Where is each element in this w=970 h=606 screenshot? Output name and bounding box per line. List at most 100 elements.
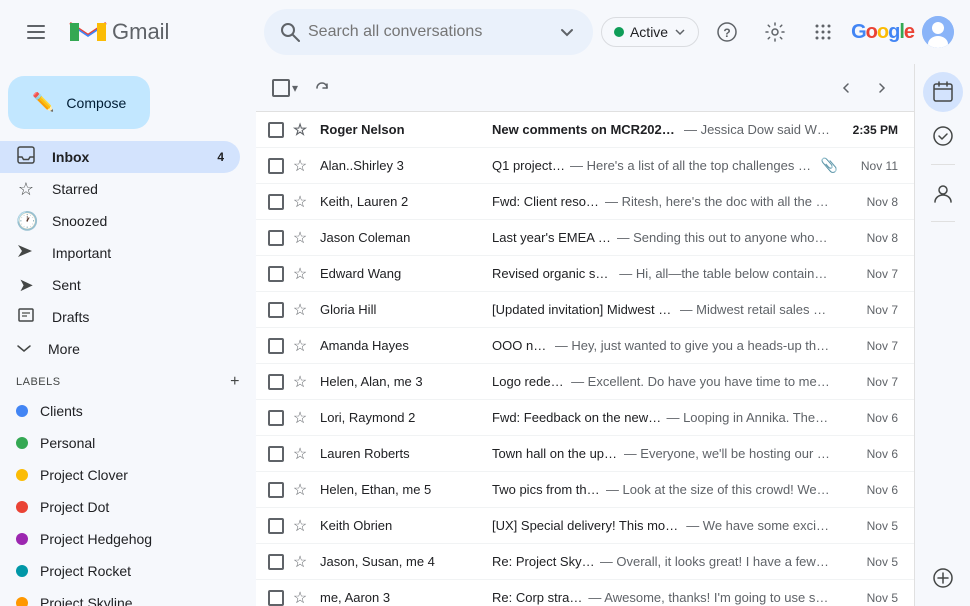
row-checkbox[interactable] [268, 230, 284, 246]
label-project-hedgehog[interactable]: Project Hedgehog [0, 523, 240, 555]
row-content: Re: Corp strategy slides? — Awesome, tha… [492, 590, 830, 605]
row-star[interactable]: ☆ [288, 336, 312, 356]
select-chevron-icon[interactable]: ▾ [292, 81, 298, 95]
sent-label: Sent [52, 277, 224, 293]
apps-button[interactable] [803, 12, 843, 52]
row-checkbox[interactable] [268, 518, 284, 534]
sidebar-item-important[interactable]: Important [0, 237, 240, 269]
email-row[interactable]: ☆ Helen, Alan, me 3 Logo redesign ideas … [256, 364, 914, 400]
row-checkbox[interactable] [268, 122, 284, 138]
prev-page-button[interactable] [830, 72, 862, 104]
email-row[interactable]: ☆ Amanda Hayes OOO next week — Hey, just… [256, 328, 914, 364]
row-star[interactable]: ☆ [288, 300, 312, 320]
next-page-button[interactable] [866, 72, 898, 104]
compose-button[interactable]: ✏️ Compose [8, 76, 150, 129]
row-star[interactable]: ☆ [288, 372, 312, 392]
row-checkbox[interactable] [268, 554, 284, 570]
sidebar-item-snoozed[interactable]: 🕐 Snoozed [0, 205, 240, 237]
row-checkbox[interactable] [268, 482, 284, 498]
row-content: Fwd: Feedback on the new signup experien… [492, 410, 830, 425]
email-row[interactable]: ☆ Helen, Ethan, me 5 Two pics from the c… [256, 472, 914, 508]
tasks-button[interactable] [923, 116, 963, 156]
page-nav [830, 72, 898, 104]
email-row[interactable]: ☆ Roger Nelson New comments on MCR2020 d… [256, 112, 914, 148]
important-label: Important [52, 245, 224, 261]
email-row[interactable]: ☆ Alan..Shirley 3 Q1 project wrap-up — H… [256, 148, 914, 184]
search-icon [280, 22, 300, 42]
more-nav-button[interactable]: More [0, 333, 256, 365]
row-star[interactable]: ☆ [288, 408, 312, 428]
row-star[interactable]: ☆ [288, 156, 312, 176]
row-star[interactable]: ☆ [288, 552, 312, 572]
row-checkbox[interactable] [268, 410, 284, 426]
active-status[interactable]: Active [601, 17, 699, 47]
row-star[interactable]: ☆ [288, 228, 312, 248]
label-personal[interactable]: Personal [0, 427, 240, 459]
attachment-icon: 📎 [821, 157, 838, 174]
row-checkbox[interactable] [268, 590, 284, 606]
label-project-dot[interactable]: Project Dot [0, 491, 240, 523]
email-row[interactable]: ☆ Keith Obrien [UX] Special delivery! Th… [256, 508, 914, 544]
label-project-rocket[interactable]: Project Rocket [0, 555, 240, 587]
add-label-icon[interactable]: + [230, 373, 240, 391]
email-row[interactable]: ☆ me, Aaron 3 Re: Corp strategy slides? … [256, 580, 914, 606]
drafts-label: Drafts [52, 309, 224, 325]
row-checkbox[interactable] [268, 446, 284, 462]
avatar[interactable] [922, 16, 954, 48]
add-app-button[interactable] [923, 558, 963, 598]
menu-button[interactable] [16, 12, 56, 52]
row-snippet: — Everyone, we'll be hosting our second … [624, 446, 830, 461]
row-time: Nov 6 [846, 483, 906, 497]
select-all-wrap: ▾ [272, 79, 298, 97]
gmail-text: Gmail [112, 19, 169, 45]
sidebar-item-drafts[interactable]: Drafts [0, 301, 240, 333]
sidebar-item-sent[interactable]: ➤ Sent [0, 269, 240, 301]
calendar-button[interactable] [923, 72, 963, 112]
row-star[interactable]: ☆ [288, 192, 312, 212]
row-sender: Lauren Roberts [312, 446, 492, 461]
row-snippet: — Overall, it looks great! I have a few … [600, 554, 830, 569]
row-checkbox[interactable] [268, 266, 284, 282]
row-checkbox-wrap [264, 590, 288, 606]
refresh-button[interactable] [306, 72, 338, 104]
row-content: Logo redesign ideas — Excellent. Do have… [492, 374, 830, 389]
label-project-clover[interactable]: Project Clover [0, 459, 240, 491]
row-checkbox[interactable] [268, 194, 284, 210]
row-star[interactable]: ☆ [288, 264, 312, 284]
starred-label: Starred [52, 181, 224, 197]
email-row[interactable]: ☆ Jason Coleman Last year's EMEA strateg… [256, 220, 914, 256]
email-row[interactable]: ☆ Jason, Susan, me 4 Re: Project Skyligh… [256, 544, 914, 580]
settings-button[interactable] [755, 12, 795, 52]
contacts-button[interactable] [923, 173, 963, 213]
row-star[interactable]: ☆ [288, 120, 312, 140]
row-content: Town hall on the upcoming merger — Every… [492, 446, 830, 461]
row-star[interactable]: ☆ [288, 588, 312, 606]
sidebar-item-inbox[interactable]: Inbox 4 [0, 141, 240, 173]
label-clients[interactable]: Clients [0, 395, 240, 427]
email-row[interactable]: ☆ Edward Wang Revised organic search num… [256, 256, 914, 292]
label-project-skyline[interactable]: Project Skyline [0, 587, 240, 606]
email-row[interactable]: ☆ Lauren Roberts Town hall on the upcomi… [256, 436, 914, 472]
row-checkbox[interactable] [268, 158, 284, 174]
row-time: Nov 7 [846, 375, 906, 389]
row-subject: [UX] Special delivery! This month's rese… [492, 518, 682, 533]
row-star[interactable]: ☆ [288, 480, 312, 500]
row-star[interactable]: ☆ [288, 444, 312, 464]
email-row[interactable]: ☆ Keith, Lauren 2 Fwd: Client resources … [256, 184, 914, 220]
row-checkbox[interactable] [268, 374, 284, 390]
drafts-icon [16, 307, 36, 328]
email-row[interactable]: ☆ Gloria Hill [Updated invitation] Midwe… [256, 292, 914, 328]
row-checkbox-wrap [264, 410, 288, 426]
more-nav-icon [16, 340, 32, 359]
sidebar-item-starred[interactable]: ☆ Starred [0, 173, 240, 205]
help-button[interactable]: ? [707, 12, 747, 52]
star-icon: ☆ [293, 264, 307, 284]
active-dot [614, 27, 624, 37]
row-checkbox[interactable] [268, 338, 284, 354]
search-expand-icon[interactable] [557, 22, 577, 42]
email-row[interactable]: ☆ Lori, Raymond 2 Fwd: Feedback on the n… [256, 400, 914, 436]
row-checkbox[interactable] [268, 302, 284, 318]
search-input[interactable] [308, 23, 557, 41]
select-all-checkbox[interactable] [272, 79, 290, 97]
row-star[interactable]: ☆ [288, 516, 312, 536]
